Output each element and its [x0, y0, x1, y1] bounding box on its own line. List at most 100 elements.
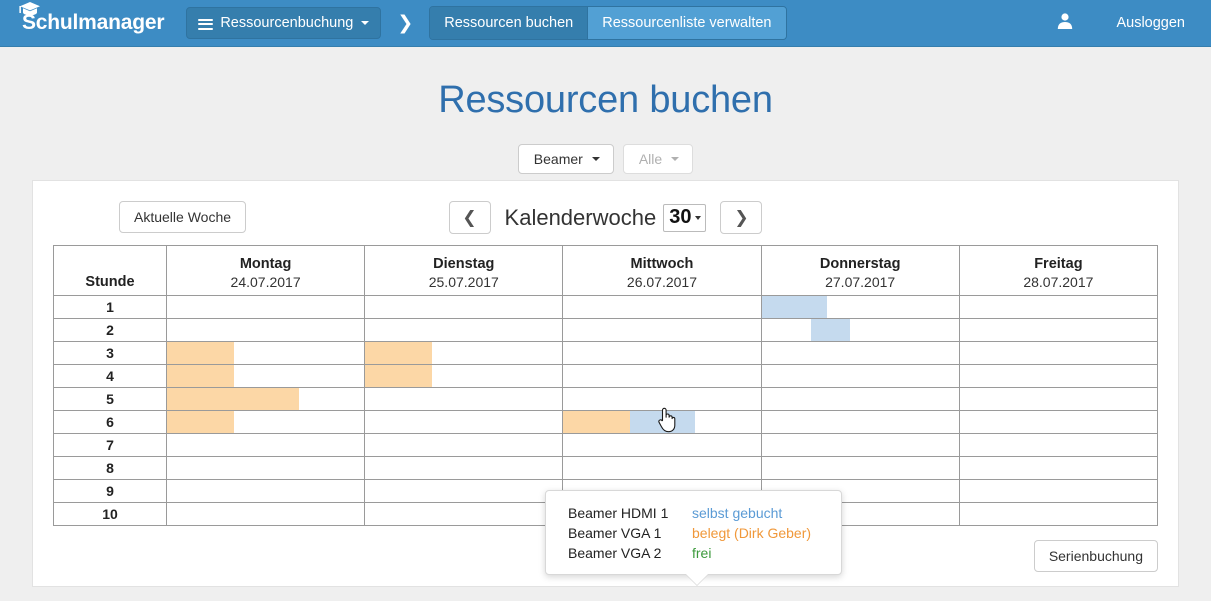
chevron-right-icon: ❯ [397, 12, 414, 34]
resource-type-dropdown[interactable]: Beamer [517, 144, 614, 174]
week-number-value: 30 [669, 205, 692, 228]
selected-slot[interactable] [630, 411, 696, 433]
calendar-cell[interactable] [760, 456, 960, 480]
brand-label: Schulmanager [22, 10, 165, 34]
tooltip-arrow-inner [685, 573, 709, 585]
calendar-cell[interactable] [364, 341, 564, 365]
calendar-cell[interactable] [165, 456, 366, 480]
booked-slot[interactable] [365, 342, 433, 364]
calendar-cell[interactable] [958, 318, 1159, 342]
tooltip-row: Beamer HDMI 1 selbst gebucht [546, 503, 841, 523]
calendar-header-row: Stunde Montag 24.07.2017 Dienstag 25.07.… [53, 245, 1159, 296]
calendar-row: 4 [53, 364, 1159, 388]
next-week-button[interactable]: ❯ [720, 201, 763, 234]
brand-logo[interactable]: Schulmanager [19, 1, 165, 35]
calendar-cell[interactable] [165, 387, 366, 411]
calendar-cell[interactable] [165, 364, 366, 388]
calendar-panel: Aktuelle Woche ❮ Kalenderwoche 30 ❯ Stun… [32, 180, 1179, 587]
week-label: Kalenderwoche [504, 204, 657, 230]
booked-slot[interactable] [167, 388, 300, 410]
resource-availability-tooltip: Beamer HDMI 1 selbst gebucht Beamer VGA … [545, 490, 842, 586]
week-indicator: Kalenderwoche 30 [504, 203, 707, 232]
selected-slot[interactable] [810, 319, 851, 341]
series-booking-button[interactable]: Serienbuchung [1033, 540, 1158, 572]
calendar-cell[interactable] [958, 479, 1159, 503]
calendar-cell[interactable] [760, 364, 960, 388]
week-pager: ❮ Kalenderwoche 30 ❯ [53, 201, 1158, 234]
booked-slot[interactable] [167, 365, 235, 387]
calendar-cell[interactable] [364, 479, 564, 503]
calendar-cell[interactable] [760, 341, 960, 365]
calendar-cell[interactable] [760, 410, 960, 434]
page-title: Ressourcen buchen [438, 79, 773, 121]
hour-label: 2 [53, 318, 167, 342]
tab-ressourcenliste-verwalten[interactable]: Ressourcenliste verwalten [587, 7, 786, 39]
calendar-cell[interactable] [165, 433, 366, 457]
tooltip-resource-status: frei [692, 545, 712, 561]
logout-link[interactable]: Ausloggen [1116, 15, 1185, 31]
booked-slot[interactable] [167, 342, 235, 364]
calendar-cell[interactable] [364, 410, 564, 434]
calendar-cell[interactable] [958, 364, 1159, 388]
calendar-row: 1 [53, 295, 1159, 319]
calendar-cell[interactable] [562, 456, 762, 480]
calendar-cell[interactable] [958, 456, 1159, 480]
calendar-row: 5 [53, 387, 1159, 411]
calendar-cell[interactable] [958, 387, 1159, 411]
week-number-select[interactable]: 30 [663, 203, 707, 232]
calendar-cell[interactable] [562, 410, 762, 434]
calendar-cell[interactable] [165, 479, 366, 503]
calendar-cell[interactable] [958, 341, 1159, 365]
calendar-cell[interactable] [958, 433, 1159, 457]
calendar-cell[interactable] [562, 364, 762, 388]
selected-slot[interactable] [761, 296, 827, 318]
calendar-cell[interactable] [364, 364, 564, 388]
tab-ressourcenliste-verwalten-label: Ressourcenliste verwalten [602, 15, 772, 31]
calendar-cell[interactable] [562, 433, 762, 457]
calendar-cell[interactable] [562, 295, 762, 319]
calendar-cell[interactable] [165, 410, 366, 434]
booked-slot[interactable] [365, 365, 433, 387]
calendar-cell[interactable] [364, 295, 564, 319]
resource-filter-dropdown[interactable]: Alle [622, 144, 694, 174]
user-icon[interactable] [1056, 12, 1074, 34]
tooltip-resource-status: belegt (Dirk Geber) [692, 525, 812, 541]
booking-calendar-table: Stunde Montag 24.07.2017 Dienstag 25.07.… [53, 245, 1159, 526]
tab-ressourcen-buchen[interactable]: Ressourcen buchen [430, 7, 588, 39]
tooltip-row: Beamer VGA 1 belegt (Dirk Geber) [546, 523, 841, 543]
previous-week-button[interactable]: ❮ [448, 201, 491, 234]
booked-slot[interactable] [167, 411, 235, 433]
calendar-cell[interactable] [958, 295, 1159, 319]
calendar-cell[interactable] [364, 387, 564, 411]
calendar-cell[interactable] [958, 410, 1159, 434]
day-date: 25.07.2017 [428, 274, 499, 290]
calendar-cell[interactable] [958, 502, 1159, 526]
calendar-cell[interactable] [165, 502, 366, 526]
graduation-cap-icon [19, 0, 41, 15]
resource-filter-dropdown-label: Alle [638, 151, 663, 167]
calendar-cell[interactable] [562, 318, 762, 342]
calendar-cell[interactable] [165, 341, 366, 365]
hour-label: 10 [53, 502, 167, 526]
day-date: 26.07.2017 [626, 274, 697, 290]
calendar-cell[interactable] [760, 318, 960, 342]
navbar-right: Ausloggen [1056, 12, 1185, 34]
hour-label: 8 [53, 456, 167, 480]
calendar-cell[interactable] [562, 341, 762, 365]
calendar-cell[interactable] [364, 433, 564, 457]
calendar-cell[interactable] [165, 295, 366, 319]
day-name: Freitag [1034, 256, 1083, 272]
calendar-cell[interactable] [562, 387, 762, 411]
tooltip-row: Beamer VGA 2 frei [546, 543, 841, 563]
calendar-cell[interactable] [760, 295, 960, 319]
module-dropdown-button[interactable]: Ressourcenbuchung [186, 7, 382, 39]
day-name: Dienstag [433, 256, 495, 272]
calendar-cell[interactable] [364, 318, 564, 342]
calendar-cell[interactable] [760, 433, 960, 457]
calendar-cell[interactable] [364, 502, 564, 526]
calendar-cell[interactable] [760, 387, 960, 411]
tooltip-resource-name: Beamer VGA 2 [568, 545, 662, 561]
booked-slot[interactable] [563, 411, 631, 433]
calendar-cell[interactable] [165, 318, 366, 342]
calendar-cell[interactable] [364, 456, 564, 480]
